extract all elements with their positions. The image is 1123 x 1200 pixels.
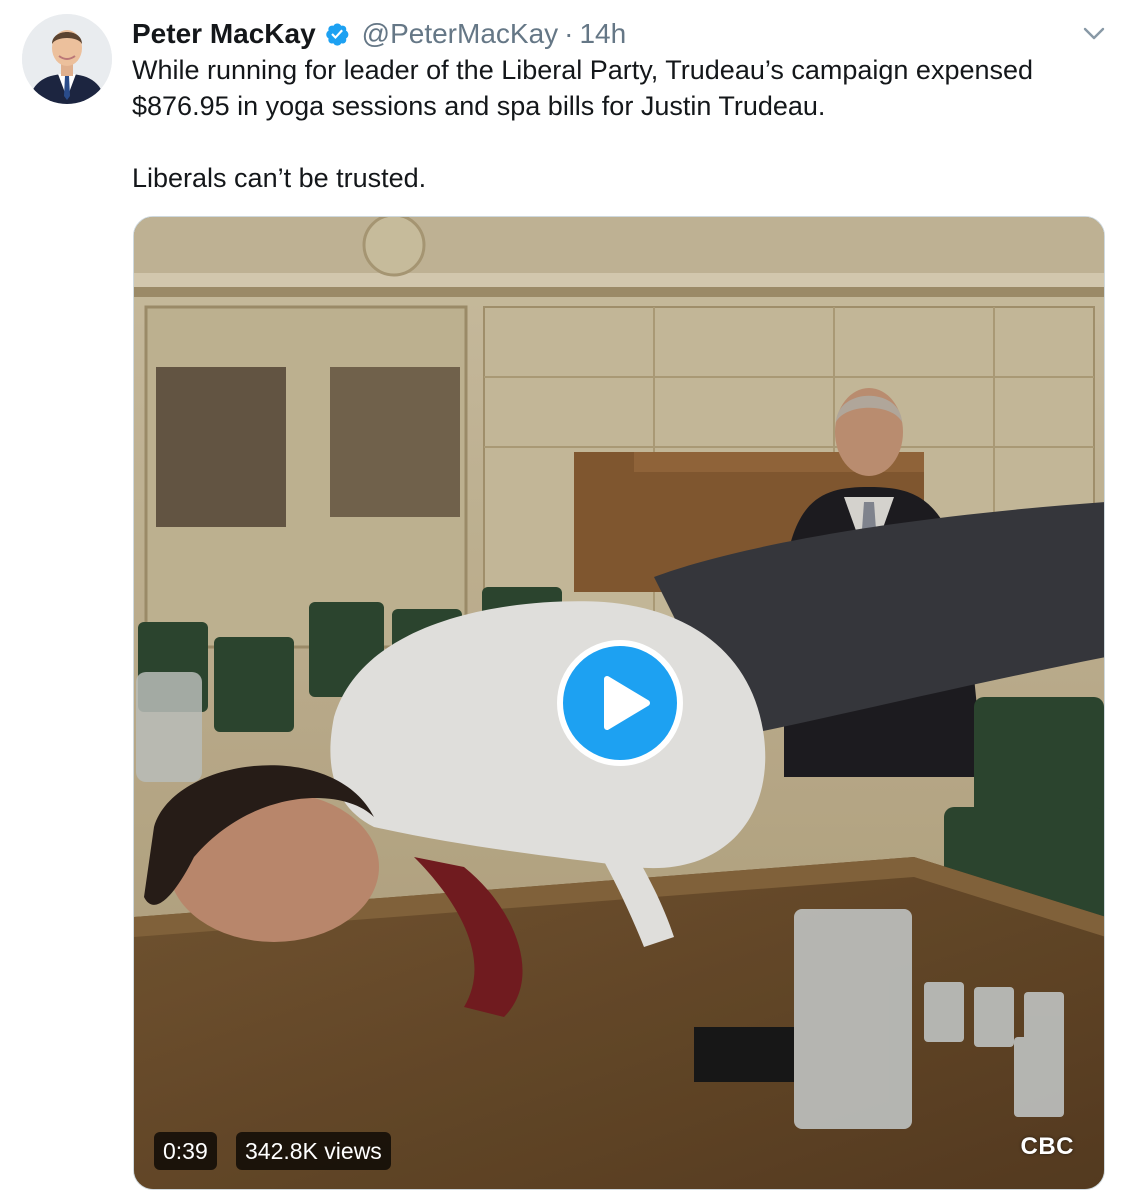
author-handle[interactable]: @PeterMacKay xyxy=(362,18,559,50)
tweet-header: Peter MacKay @PeterMacKay · 14h xyxy=(132,14,626,54)
video-view-count: 342.8K views xyxy=(236,1132,391,1170)
play-icon[interactable] xyxy=(557,640,683,766)
verified-badge-icon xyxy=(324,21,350,47)
tweet: Peter MacKay @PeterMacKay · 14h While ru… xyxy=(0,0,1123,1200)
broadcaster-watermark: CBC xyxy=(1020,1133,1074,1160)
avatar[interactable] xyxy=(22,14,112,104)
tweet-text: While running for leader of the Liberal … xyxy=(132,52,1092,196)
timestamp[interactable]: 14h xyxy=(579,18,626,50)
video-player[interactable]: 0:39 342.8K views CBC xyxy=(133,216,1105,1190)
separator-dot: · xyxy=(564,18,574,49)
chevron-down-icon[interactable] xyxy=(1082,24,1106,44)
tweet-text-paragraph: While running for leader of the Liberal … xyxy=(132,55,1034,121)
video-duration: 0:39 xyxy=(154,1132,217,1170)
tweet-text-paragraph: Liberals can’t be trusted. xyxy=(132,163,427,193)
author-display-name[interactable]: Peter MacKay xyxy=(132,18,316,50)
